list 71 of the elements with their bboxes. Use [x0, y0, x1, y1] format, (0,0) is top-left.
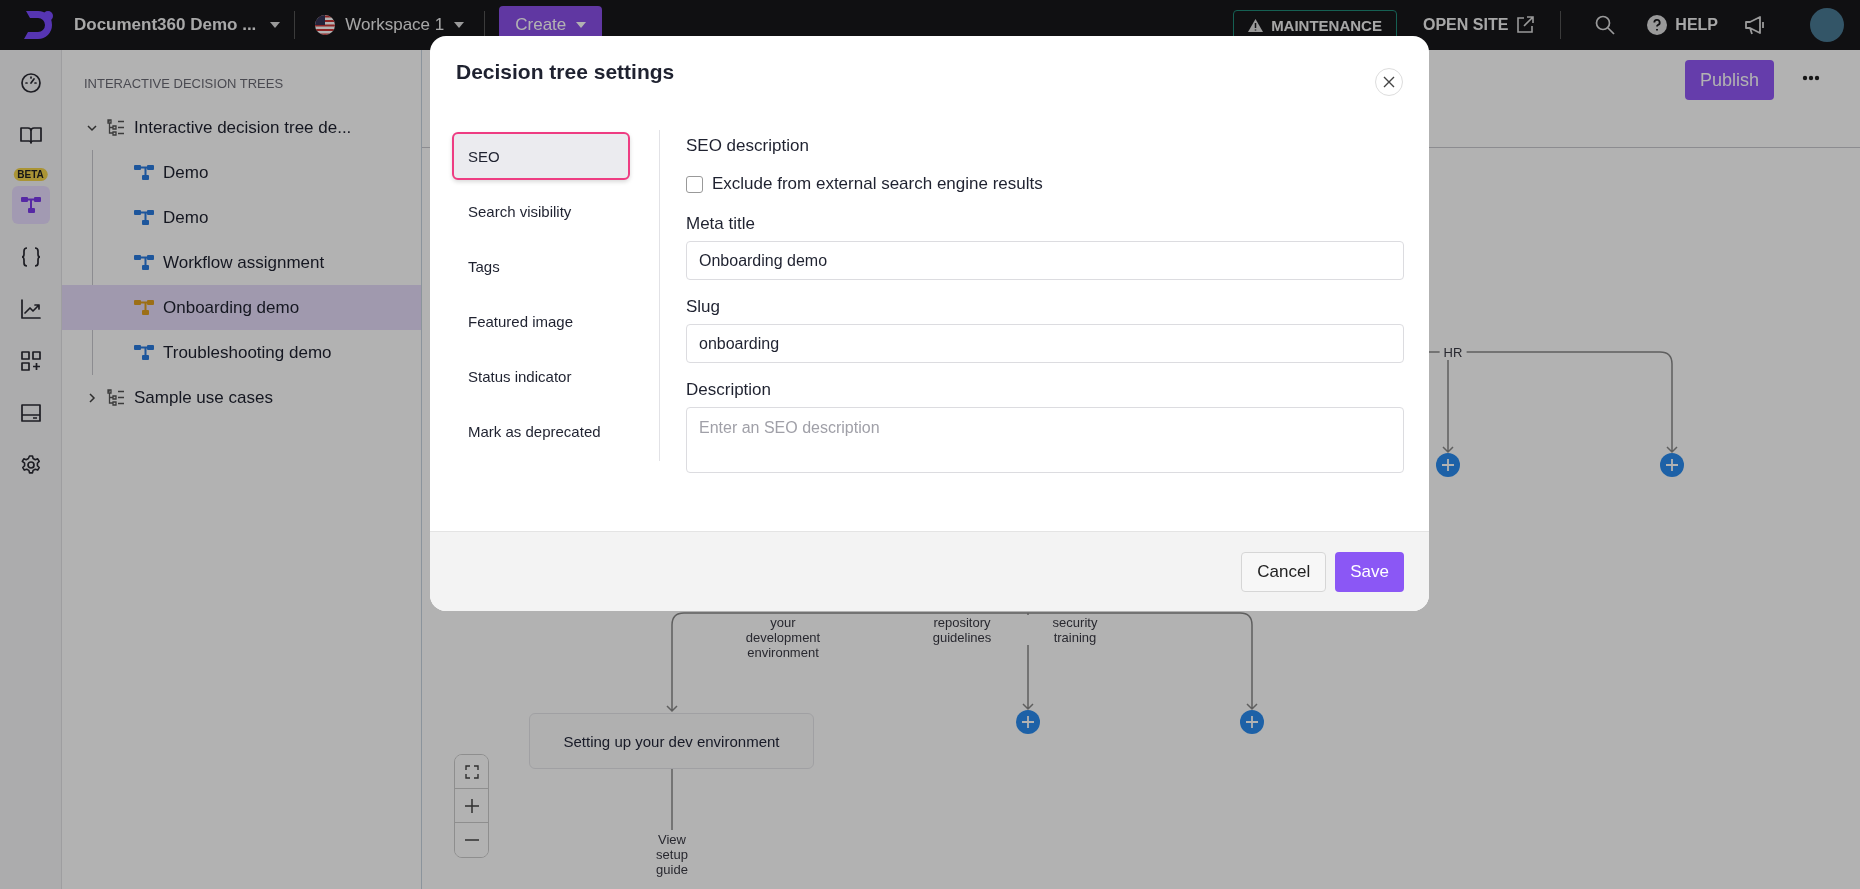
- dialog-title: Decision tree settings: [456, 60, 675, 84]
- add-node-button[interactable]: [1436, 453, 1460, 477]
- checkbox[interactable]: [686, 175, 703, 193]
- input-field[interactable]: Onboarding demo: [686, 241, 1404, 280]
- tree-item[interactable]: Workflow assignment: [62, 240, 421, 285]
- caret-icon: [576, 22, 587, 28]
- input-field[interactable]: onboarding: [686, 324, 1404, 363]
- chevron-right-icon[interactable]: [86, 391, 98, 404]
- fit-view-button[interactable]: [455, 755, 488, 789]
- book-icon: [18, 125, 43, 145]
- add-node-button[interactable]: [1240, 710, 1264, 734]
- publish-button[interactable]: Publish: [1684, 60, 1774, 100]
- caret-icon: [270, 22, 281, 28]
- field-label: Description: [686, 380, 773, 400]
- tree-item[interactable]: Demo: [62, 150, 421, 195]
- add-node-button[interactable]: [1660, 453, 1684, 477]
- chart-icon: [19, 298, 42, 320]
- settings-tab[interactable]: Featured image: [452, 297, 630, 345]
- settings-tab[interactable]: SEO: [452, 132, 630, 180]
- decision-tree-icon: [19, 195, 42, 215]
- checkbox-label: Exclude from external search engine results: [712, 174, 1043, 194]
- plus-icon: [463, 797, 480, 814]
- field-label: Meta title: [686, 214, 756, 234]
- folder-label[interactable]: Interactive decision tree de...: [134, 117, 352, 138]
- cancel-button[interactable]: Cancel: [1241, 551, 1327, 592]
- warning-icon: [1248, 18, 1264, 32]
- search-icon[interactable]: [1595, 15, 1616, 35]
- tree-item[interactable]: Demo: [62, 195, 421, 240]
- close-button[interactable]: [1375, 68, 1403, 96]
- settings-tab[interactable]: Tags: [452, 242, 630, 290]
- question-icon: [1647, 15, 1668, 35]
- close-icon: [1383, 76, 1395, 88]
- section-title: SEO description: [686, 136, 810, 156]
- sidebar-heading: INTERACTIVE DECISION TREES: [84, 76, 285, 91]
- field-label: Slug: [686, 297, 722, 317]
- beta-badge: BETA: [13, 168, 48, 181]
- save-button[interactable]: Save: [1335, 551, 1404, 592]
- description-field[interactable]: Enter an SEO description: [686, 407, 1404, 473]
- external-link-icon: [1516, 16, 1535, 34]
- edge-label: HR: [1439, 345, 1467, 360]
- settings-icon: [19, 454, 42, 476]
- decision-tree-icon: [134, 254, 154, 271]
- tree-item[interactable]: Onboarding demo: [62, 285, 421, 330]
- braces-icon: [19, 246, 42, 268]
- help-button[interactable]: HELP: [1641, 14, 1724, 36]
- connector-line: [671, 768, 673, 831]
- gauge-icon: [19, 72, 42, 94]
- tree-list-icon: [107, 118, 125, 137]
- decision-tree-icon: [134, 344, 154, 361]
- add-node-button[interactable]: [1016, 710, 1040, 734]
- flag-icon: [315, 15, 336, 35]
- settings-tab[interactable]: Status indicator: [452, 352, 630, 400]
- layout-icon: [19, 402, 42, 424]
- diagram-node[interactable]: Setting up your dev environment: [529, 713, 814, 769]
- project-selector[interactable]: Document360 Demo ...: [74, 11, 281, 39]
- tree-list-icon: [107, 388, 125, 407]
- workspace-selector[interactable]: Workspace 1: [309, 14, 471, 36]
- folder-label[interactable]: Sample use cases: [134, 387, 273, 408]
- minus-icon: [463, 838, 480, 842]
- decision-tree-icon: [134, 209, 154, 226]
- decision-tree-icon: [134, 164, 154, 181]
- settings-tab[interactable]: Search visibility: [452, 187, 630, 235]
- megaphone-icon[interactable]: [1744, 15, 1766, 35]
- fullscreen-icon: [464, 764, 479, 779]
- tree-item[interactable]: Troubleshooting demo: [62, 330, 421, 375]
- settings-tab[interactable]: Mark as deprecated: [452, 407, 630, 455]
- open-site-link[interactable]: OPEN SITE: [1416, 15, 1541, 35]
- more-icon[interactable]: [1802, 75, 1820, 81]
- decision-tree-icon: [134, 299, 154, 316]
- caret-icon: [454, 22, 465, 28]
- apps-icon: [19, 350, 42, 372]
